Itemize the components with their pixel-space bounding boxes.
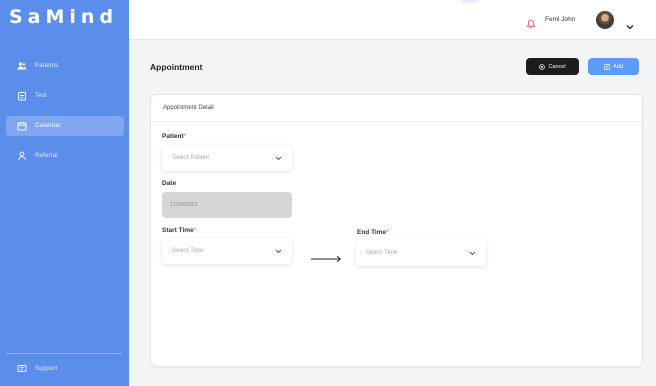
start-time-select[interactable]: Select Time: [162, 238, 292, 264]
appointment-card: Appointment Detail: [150, 94, 643, 367]
chevron-down-icon[interactable]: [626, 17, 634, 30]
sidebar-item-label: Patients: [35, 63, 59, 69]
avatar[interactable]: [596, 11, 614, 29]
required-mark: *: [193, 227, 197, 234]
arrow-right-icon: [311, 250, 343, 263]
start-time-label: Start Time*: [162, 227, 197, 234]
app-logo: SaMind: [9, 6, 119, 28]
add-button-label: Add: [613, 63, 623, 70]
sidebar-item-support[interactable]: Support: [6, 359, 124, 379]
chevron-down-icon: [275, 156, 282, 161]
chevron-down-icon: [469, 251, 476, 256]
add-button[interactable]: Add: [588, 58, 639, 75]
top-bar: Femi John: [129, 0, 656, 40]
required-mark: *: [386, 229, 389, 236]
patient-label: Patient*: [162, 133, 187, 140]
card-header: Appointment Detail: [151, 95, 642, 122]
support-icon: [17, 364, 27, 374]
add-icon: [604, 63, 610, 70]
cancel-button-label: Cancel: [548, 63, 566, 70]
page-title: Appointment: [150, 62, 203, 72]
clipboard-icon: [17, 91, 27, 101]
notification-icon[interactable]: [526, 16, 536, 29]
calendar-icon: [17, 121, 27, 131]
top-tab-indicator: [461, 0, 479, 3]
card-title: Appointment Detail: [163, 105, 214, 111]
person-icon: [17, 151, 27, 161]
cancel-button[interactable]: Cancel: [526, 58, 579, 75]
chevron-down-icon: [275, 249, 282, 254]
sidebar-divider: [6, 353, 122, 354]
sidebar-item-label: Referral: [35, 153, 58, 159]
sidebar-item-test[interactable]: Test: [6, 86, 124, 106]
sidebar: SaMind Patients Test Calendar Referral S…: [0, 0, 129, 386]
start-time-placeholder: Select Time: [172, 248, 204, 254]
sidebar-item-referral[interactable]: Referral: [6, 146, 124, 166]
sidebar-item-label: Support: [35, 366, 58, 372]
end-time-select[interactable]: Select Time: [356, 240, 486, 266]
patient-placeholder: Select Patient: [172, 155, 210, 161]
cancel-icon: [539, 63, 546, 70]
date-field[interactable]: 12/09/2023: [162, 192, 292, 218]
end-time-label: End Time*: [357, 229, 389, 236]
required-mark: *: [183, 133, 187, 140]
user-name[interactable]: Femi John: [545, 16, 575, 23]
date-label: Date: [162, 180, 177, 187]
users-icon: [17, 61, 27, 71]
sidebar-item-calendar[interactable]: Calendar: [6, 116, 124, 136]
sidebar-item-label: Calendar: [35, 123, 61, 129]
end-time-placeholder: Select Time: [366, 250, 398, 256]
sidebar-item-patients[interactable]: Patients: [6, 56, 124, 76]
date-value: 12/09/2023: [170, 202, 198, 208]
sidebar-item-label: Test: [35, 93, 47, 99]
patient-select[interactable]: Select Patient: [162, 145, 292, 171]
